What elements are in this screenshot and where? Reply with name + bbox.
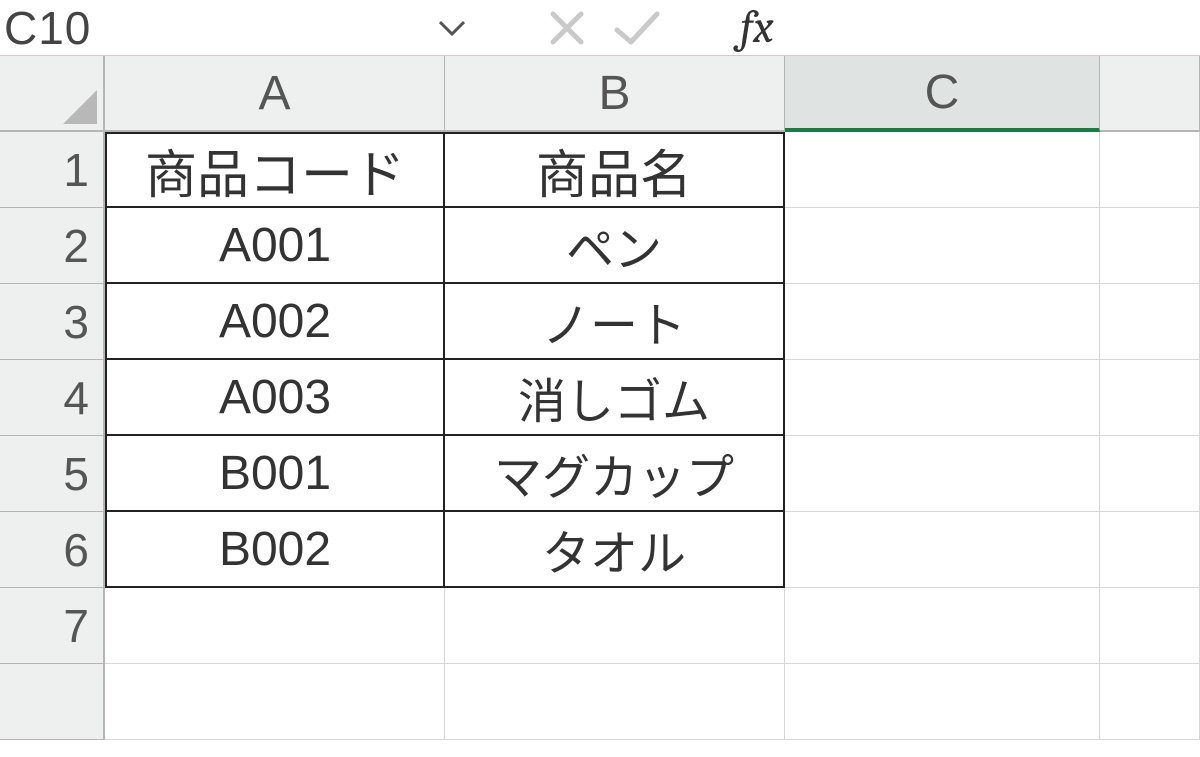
cell-c7[interactable] <box>785 588 1100 664</box>
cell-b6[interactable]: タオル <box>445 512 785 588</box>
cell-a4[interactable]: A003 <box>105 360 445 436</box>
cell-a5[interactable]: B001 <box>105 436 445 512</box>
cell-c3[interactable] <box>785 284 1100 360</box>
cell-b4[interactable]: 消しゴム <box>445 360 785 436</box>
cell-a8[interactable] <box>105 664 445 740</box>
cell-d4[interactable] <box>1100 360 1200 436</box>
cell-a1[interactable]: 商品コード <box>105 132 445 208</box>
select-all-corner[interactable] <box>0 56 105 132</box>
cell-d1[interactable] <box>1100 132 1200 208</box>
name-box-dropdown-icon[interactable] <box>430 0 474 55</box>
formula-bar-row: C10 fx <box>0 0 1200 56</box>
insert-function-icon[interactable]: fx <box>730 1 774 54</box>
spreadsheet-grid: A B C 1 商品コード 商品名 2 A001 ペン 3 A002 ノート 4… <box>0 56 1200 740</box>
cell-c4[interactable] <box>785 360 1100 436</box>
cell-d8[interactable] <box>1100 664 1200 740</box>
cell-d5[interactable] <box>1100 436 1200 512</box>
column-header-next[interactable] <box>1100 56 1200 132</box>
cell-b2[interactable]: ペン <box>445 208 785 284</box>
enter-icon <box>602 0 672 55</box>
row-header-5[interactable]: 5 <box>0 436 105 512</box>
cell-a7[interactable] <box>105 588 445 664</box>
cell-c6[interactable] <box>785 512 1100 588</box>
cell-d7[interactable] <box>1100 588 1200 664</box>
cell-d3[interactable] <box>1100 284 1200 360</box>
column-header-c[interactable]: C <box>785 56 1100 132</box>
cell-b3[interactable]: ノート <box>445 284 785 360</box>
cell-c8[interactable] <box>785 664 1100 740</box>
row-header-6[interactable]: 6 <box>0 512 105 588</box>
cell-c1[interactable] <box>785 132 1100 208</box>
cell-b1[interactable]: 商品名 <box>445 132 785 208</box>
cell-c5[interactable] <box>785 436 1100 512</box>
column-header-a[interactable]: A <box>105 56 445 132</box>
cell-b7[interactable] <box>445 588 785 664</box>
cell-a6[interactable]: B002 <box>105 512 445 588</box>
cell-c2[interactable] <box>785 208 1100 284</box>
row-header-7[interactable]: 7 <box>0 588 105 664</box>
row-header-4[interactable]: 4 <box>0 360 105 436</box>
row-header-2[interactable]: 2 <box>0 208 105 284</box>
cell-a2[interactable]: A001 <box>105 208 445 284</box>
row-header-8[interactable] <box>0 664 105 740</box>
formula-bar-input[interactable] <box>774 0 1200 55</box>
cell-b5[interactable]: マグカップ <box>445 436 785 512</box>
row-header-1[interactable]: 1 <box>0 132 105 208</box>
cell-d2[interactable] <box>1100 208 1200 284</box>
cancel-icon <box>532 0 602 55</box>
cell-b8[interactable] <box>445 664 785 740</box>
row-header-3[interactable]: 3 <box>0 284 105 360</box>
name-box[interactable]: C10 <box>0 0 430 55</box>
column-header-b[interactable]: B <box>445 56 785 132</box>
cell-d6[interactable] <box>1100 512 1200 588</box>
cell-a3[interactable]: A002 <box>105 284 445 360</box>
